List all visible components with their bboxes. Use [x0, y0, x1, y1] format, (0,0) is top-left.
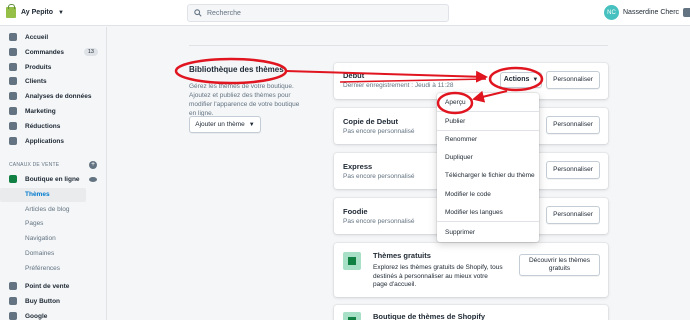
sidebar-item-label: Boutique en ligne — [25, 175, 80, 183]
sidebar-item-label: Analyses de données — [25, 92, 92, 100]
user-name: Nasserdine Cherc — [623, 9, 680, 16]
add-theme-button[interactable]: Ajouter un thème ▼ — [189, 116, 261, 133]
analytics-icon — [9, 92, 17, 100]
chevron-down-icon: ▼ — [58, 9, 64, 16]
theme-store-card: Boutique de thèmes de Shopify — [334, 305, 608, 320]
sidebar-item-label: Buy Button — [25, 297, 61, 305]
add-theme-label: Ajouter un thème — [195, 121, 245, 128]
top-bar: Ay Pepito ▼ Recherche NC Nasserdine Cher… — [0, 0, 690, 26]
sidebar-item-label: Marketing — [25, 107, 56, 115]
menu-separator — [437, 111, 539, 112]
search-icon — [194, 9, 202, 17]
theme-tile-icon — [343, 252, 361, 270]
customize-button[interactable]: Personnaliser — [546, 116, 600, 134]
theme-name: Copie de Debut — [343, 117, 399, 126]
sidebar-item-label: Commandes — [25, 48, 65, 56]
user-badge-icon — [683, 8, 690, 17]
theme-library-description: Gérez les thèmes de votre boutique. Ajou… — [189, 83, 300, 117]
sidebar-item-google[interactable]: Google — [0, 309, 106, 320]
sidebar-item-reductions[interactable]: Réductions — [0, 119, 106, 133]
theme-name: Debut — [343, 71, 365, 80]
sidebar-item-produits[interactable]: Produits — [0, 60, 106, 74]
google-icon — [9, 312, 17, 320]
discount-icon — [9, 122, 17, 130]
pos-icon — [9, 282, 17, 290]
sidebar-item-label: Accueil — [25, 33, 49, 41]
customers-icon — [9, 77, 17, 85]
sidebar-item-marketing[interactable]: Marketing — [0, 104, 106, 118]
menu-item-publish[interactable]: Publier — [445, 118, 465, 125]
customize-button[interactable]: Personnaliser — [546, 206, 600, 224]
theme-name: Express — [343, 162, 373, 171]
store-switcher[interactable]: Ay Pepito ▼ — [6, 4, 64, 18]
explore-free-themes-button[interactable]: Découvrir les thèmes gratuits — [519, 254, 600, 276]
customize-button[interactable]: Personnaliser — [546, 161, 600, 179]
actions-label: Actions — [503, 76, 530, 83]
menu-item-duplicate[interactable]: Dupliquer — [445, 154, 473, 161]
sidebar-sub-domains[interactable]: Domaines — [25, 250, 54, 257]
section-divider — [189, 45, 608, 46]
menu-item-edit-languages[interactable]: Modifier les langues — [445, 209, 503, 216]
theme-status: Pas encore personnalisé — [343, 218, 415, 225]
sidebar-sub-themes[interactable]: Thèmes — [25, 191, 50, 198]
chevron-down-icon: ▼ — [532, 77, 539, 83]
sidebar-sub-pages[interactable]: Pages — [25, 220, 43, 227]
sidebar: Accueil Commandes 13 Produits Clients Ana… — [0, 27, 107, 320]
menu-separator — [437, 130, 539, 131]
menu-separator — [437, 221, 539, 222]
sidebar-item-label: Produits — [25, 63, 52, 71]
add-channel-icon[interactable]: + — [89, 161, 97, 169]
sidebar-item-buy-button[interactable]: Buy Button — [0, 294, 106, 308]
sidebar-item-label: Google — [25, 312, 48, 320]
sidebar-item-applications[interactable]: Applications — [0, 134, 106, 148]
menu-item-delete[interactable]: Supprimer — [445, 229, 475, 236]
store-icon — [9, 175, 17, 183]
menu-item-preview[interactable]: Aperçu — [445, 99, 466, 106]
sidebar-item-label: Clients — [25, 77, 47, 85]
sidebar-sub-preferences[interactable]: Préférences — [25, 265, 60, 272]
orders-count-badge: 13 — [83, 48, 98, 56]
menu-item-edit-code[interactable]: Modifier le code — [445, 191, 491, 198]
theme-status: Dernier enregistrement : Jeudi à 11:28 — [343, 82, 454, 89]
free-themes-description: Explorez les thèmes gratuits de Shopify,… — [373, 264, 503, 288]
actions-button[interactable]: Actions ▼ — [500, 72, 542, 88]
avatar: NC — [604, 5, 619, 20]
orders-icon — [9, 48, 17, 56]
sidebar-item-label: Applications — [25, 137, 65, 145]
free-themes-title: Thèmes gratuits — [373, 251, 431, 260]
theme-library-title: Bibliothèque des thèmes — [189, 65, 284, 74]
customize-button[interactable]: Personnaliser — [546, 71, 600, 89]
user-menu[interactable]: NC Nasserdine Cherc — [604, 5, 690, 20]
sidebar-item-pos[interactable]: Point de vente — [0, 279, 106, 293]
buy-button-icon — [9, 297, 17, 305]
search-placeholder: Recherche — [207, 9, 241, 17]
apps-icon — [9, 137, 17, 145]
marketing-icon — [9, 107, 17, 115]
store-name: Ay Pepito — [21, 9, 54, 16]
free-themes-card: Thèmes gratuits Explorez les thèmes grat… — [334, 243, 608, 297]
tag-icon — [9, 63, 17, 71]
chevron-down-icon: ▼ — [248, 121, 255, 128]
menu-item-download[interactable]: Télécharger le fichier du thème — [445, 172, 535, 179]
sidebar-item-label: Réductions — [25, 122, 61, 130]
theme-status: Pas encore personnalisé — [343, 128, 415, 135]
theme-name: Foodie — [343, 207, 368, 216]
sidebar-sub-blog[interactable]: Articles de blog — [25, 206, 69, 213]
sidebar-item-label: Point de vente — [25, 282, 70, 290]
actions-menu: Aperçu Publier Renommer Dupliquer Téléch… — [437, 93, 539, 242]
sidebar-item-analyses[interactable]: Analyses de données — [0, 89, 106, 103]
theme-store-icon — [343, 312, 361, 320]
sidebar-item-clients[interactable]: Clients — [0, 74, 106, 88]
sidebar-item-accueil[interactable]: Accueil — [0, 30, 106, 44]
sidebar-sub-navigation[interactable]: Navigation — [25, 235, 56, 242]
eye-icon[interactable] — [89, 177, 97, 182]
sales-channels-title: CANAUX DE VENTE — [9, 162, 60, 168]
menu-item-rename[interactable]: Renommer — [445, 136, 477, 143]
theme-store-title[interactable]: Boutique de thèmes de Shopify — [373, 312, 485, 320]
home-icon — [9, 33, 17, 41]
shopify-bag-icon — [6, 4, 16, 18]
theme-status: Pas encore personnalisé — [343, 173, 415, 180]
search-input[interactable]: Recherche — [187, 4, 449, 22]
sidebar-item-commandes[interactable]: Commandes 13 — [0, 45, 106, 59]
